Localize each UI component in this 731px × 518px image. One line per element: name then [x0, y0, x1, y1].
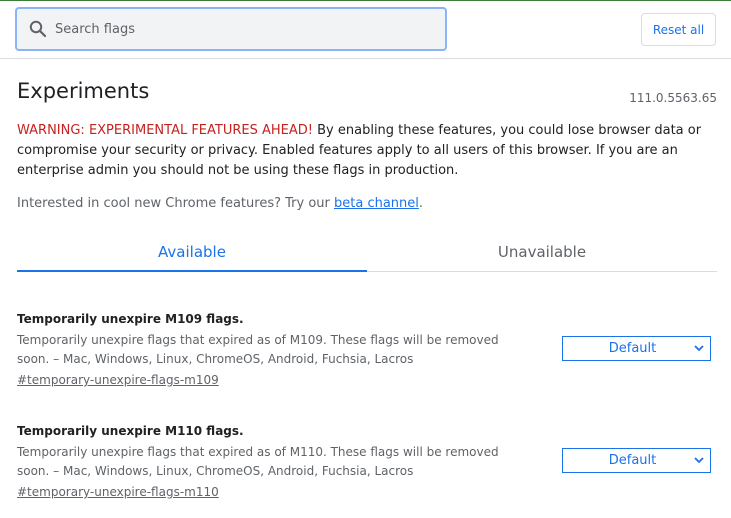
flag-title: Temporarily unexpire M109 flags. [17, 312, 244, 326]
flag-description: Temporarily unexpire flags that expired … [17, 333, 499, 366]
flag-item-m109: Temporarily unexpire M109 flags. Tempora… [17, 311, 717, 388]
flag-item-m110: Temporarily unexpire M110 flags. Tempora… [17, 423, 717, 500]
flag-state-value: Default [608, 341, 657, 356]
flag-state-value: Default [608, 453, 657, 468]
search-input[interactable] [55, 17, 415, 41]
flag-state-select[interactable]: Default [562, 448, 711, 473]
flag-state-select[interactable]: Default [562, 336, 711, 361]
beta-channel-text: Interested in cool new Chrome features? … [17, 196, 334, 211]
flag-description: Temporarily unexpire flags that expired … [17, 445, 499, 478]
flag-permalink[interactable]: #temporary-unexpire-flags-m110 [17, 484, 219, 500]
flag-title: Temporarily unexpire M110 flags. [17, 424, 244, 438]
beta-channel-note: Interested in cool new Chrome features? … [17, 194, 423, 214]
chevron-down-icon [694, 457, 704, 464]
flags-header: Reset all [0, 0, 731, 59]
version-label: 111.0.5563.65 [629, 91, 717, 105]
beta-channel-link[interactable]: beta channel [334, 196, 419, 211]
warning-message: WARNING: EXPERIMENTAL FEATURES AHEAD! By… [17, 121, 717, 181]
beta-channel-end: . [418, 196, 424, 211]
tab-unavailable[interactable]: Unavailable [367, 232, 717, 271]
reset-all-button[interactable]: Reset all [641, 13, 716, 46]
page-title: Experiments [17, 79, 150, 103]
tab-bar: Available Unavailable [17, 232, 717, 272]
search-box[interactable] [15, 7, 447, 51]
chevron-down-icon [694, 345, 704, 352]
warning-lead: WARNING: EXPERIMENTAL FEATURES AHEAD! [17, 123, 313, 138]
tab-available[interactable]: Available [17, 232, 367, 272]
search-icon [28, 19, 48, 39]
flag-permalink[interactable]: #temporary-unexpire-flags-m109 [17, 372, 219, 388]
